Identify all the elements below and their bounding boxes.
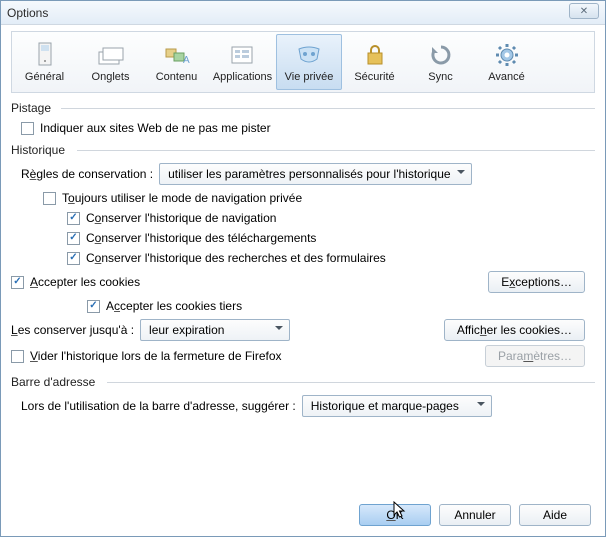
label-keep-nav: Conserver l'historique de navigation bbox=[86, 211, 276, 225]
tab-securite[interactable]: Sécurité bbox=[342, 32, 408, 92]
tab-label: Applications bbox=[213, 71, 272, 83]
dialog-buttons: OK Annuler Aide bbox=[359, 504, 591, 526]
tab-label: Général bbox=[25, 71, 64, 83]
tab-label: Sécurité bbox=[354, 71, 394, 83]
label-accept-third: Accepter les cookies tiers bbox=[106, 299, 242, 313]
tabs-icon bbox=[97, 41, 125, 69]
exceptions-button[interactable]: Exceptions… bbox=[488, 271, 585, 293]
label-keep-dl: Conserver l'historique des téléchargemen… bbox=[86, 231, 316, 245]
content-icon: A bbox=[163, 41, 191, 69]
rules-label: Règles de conservation : bbox=[21, 167, 153, 181]
label-accept-cookies: Accepter les cookies bbox=[30, 275, 140, 289]
keep-until-dropdown[interactable]: leur expiration bbox=[140, 319, 290, 341]
window-title: Options bbox=[7, 6, 48, 20]
tab-contenu[interactable]: A Contenu bbox=[144, 32, 210, 92]
tab-label: Sync bbox=[428, 71, 452, 83]
lock-icon bbox=[361, 41, 389, 69]
category-toolbar: Général Onglets A Contenu Applications bbox=[11, 31, 595, 93]
checkbox-always-private[interactable] bbox=[43, 192, 56, 205]
sync-icon bbox=[427, 41, 455, 69]
section-historique: Historique bbox=[11, 143, 595, 157]
label-clear-on-close: Vider l'historique lors de la fermeture … bbox=[30, 349, 282, 363]
tab-label: Avancé bbox=[488, 71, 525, 83]
tab-label: Onglets bbox=[92, 71, 130, 83]
label-always-private: Toujours utiliser le mode de navigation … bbox=[62, 191, 302, 205]
tab-vie-privee[interactable]: Vie privée bbox=[276, 34, 342, 90]
checkbox-keep-search[interactable] bbox=[67, 252, 80, 265]
suggest-label: Lors de l'utilisation de la barre d'adre… bbox=[21, 399, 296, 413]
ok-button[interactable]: OK bbox=[359, 504, 431, 526]
titlebar: Options ✕ bbox=[1, 1, 605, 25]
tab-general[interactable]: Général bbox=[12, 32, 78, 92]
checkbox-keep-nav[interactable] bbox=[67, 212, 80, 225]
checkbox-clear-on-close[interactable] bbox=[11, 350, 24, 363]
tab-avance[interactable]: Avancé bbox=[474, 32, 540, 92]
tab-label: Vie privée bbox=[285, 71, 334, 83]
label-keep-search: Conserver l'historique des recherches et… bbox=[86, 251, 386, 265]
gear-icon bbox=[493, 41, 521, 69]
close-button[interactable]: ✕ bbox=[569, 3, 599, 19]
general-icon bbox=[31, 41, 59, 69]
tab-applications[interactable]: Applications bbox=[210, 32, 276, 92]
svg-text:A: A bbox=[183, 55, 190, 66]
checkbox-dnt[interactable] bbox=[21, 122, 34, 135]
tab-sync[interactable]: Sync bbox=[408, 32, 474, 92]
content-area: Général Onglets A Contenu Applications bbox=[1, 25, 605, 433]
mask-icon bbox=[295, 41, 323, 69]
checkbox-keep-dl[interactable] bbox=[67, 232, 80, 245]
checkbox-accept-third[interactable] bbox=[87, 300, 100, 313]
tab-onglets[interactable]: Onglets bbox=[78, 32, 144, 92]
keep-until-label: Les conserver jusqu'à : bbox=[11, 323, 134, 337]
checkbox-accept-cookies[interactable] bbox=[11, 276, 24, 289]
label-dnt: Indiquer aux sites Web de ne pas me pist… bbox=[40, 121, 271, 135]
tab-label: Contenu bbox=[156, 71, 198, 83]
applications-icon bbox=[229, 41, 257, 69]
section-pistage: Pistage bbox=[11, 101, 595, 115]
options-window: Options ✕ Général Onglets A Conte bbox=[0, 0, 606, 537]
cancel-button[interactable]: Annuler bbox=[439, 504, 511, 526]
help-button[interactable]: Aide bbox=[519, 504, 591, 526]
section-addressbar: Barre d'adresse bbox=[11, 375, 595, 389]
params-button: Paramètres… bbox=[485, 345, 585, 367]
rules-dropdown[interactable]: utiliser les paramètres personnalisés po… bbox=[159, 163, 471, 185]
show-cookies-button[interactable]: Afficher les cookies… bbox=[444, 319, 585, 341]
suggest-dropdown[interactable]: Historique et marque-pages bbox=[302, 395, 492, 417]
